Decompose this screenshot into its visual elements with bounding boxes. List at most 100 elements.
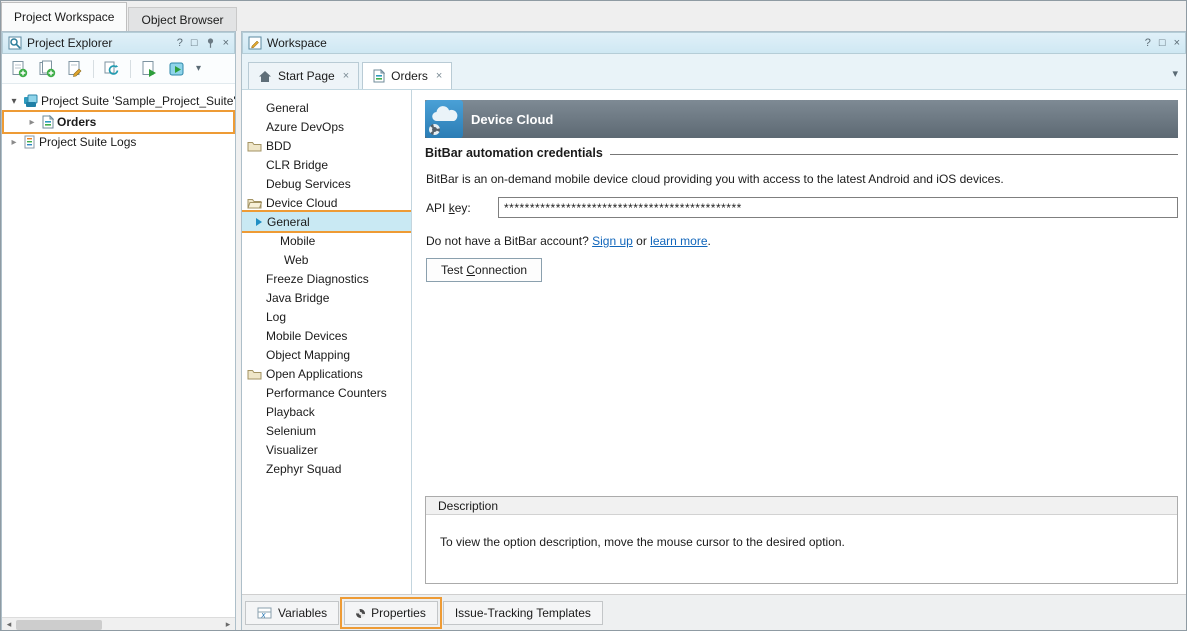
refresh-project-icon[interactable] — [101, 58, 123, 80]
bitbar-intro-text: BitBar is an on-demand mobile device clo… — [426, 172, 1178, 186]
tree-item-project-suite-label: Project Suite 'Sample_Project_Suite' (1 … — [41, 94, 235, 108]
orders-project-icon — [41, 115, 54, 129]
option-item-general[interactable]: General — [242, 98, 411, 117]
tree-item-orders[interactable]: ▸ Orders — [4, 112, 233, 132]
close-button[interactable]: × — [1174, 38, 1180, 49]
learn-more-link[interactable]: learn more — [650, 234, 707, 248]
option-item-object-mapping[interactable]: Object Mapping — [242, 345, 411, 364]
project-explorer-header: Project Explorer ? □ × — [2, 32, 235, 54]
option-label: Freeze Diagnostics — [266, 272, 369, 286]
tab-list-dropdown-icon[interactable]: ▾ — [1172, 67, 1178, 80]
maximize-button[interactable]: □ — [1159, 38, 1166, 49]
scroll-left-icon[interactable]: ◂ — [2, 618, 16, 631]
help-button[interactable]: ? — [1145, 38, 1151, 49]
tab-issue-tracking-label: Issue-Tracking Templates — [455, 606, 591, 620]
option-item-log[interactable]: Log — [242, 307, 411, 326]
option-item-playback[interactable]: Playback — [242, 402, 411, 421]
option-item-debug-services[interactable]: Debug Services — [242, 174, 411, 193]
test-button-accel: C — [466, 263, 475, 277]
option-label: Object Mapping — [266, 348, 350, 362]
add-new-project-item-icon[interactable] — [36, 58, 58, 80]
add-new-item-icon[interactable] — [8, 58, 30, 80]
api-key-input[interactable] — [498, 197, 1178, 218]
testcomplete-window: Project Workspace Object Browser Project… — [0, 0, 1187, 631]
device-cloud-settings: Device Cloud BitBar automation credentia… — [412, 90, 1186, 594]
option-item-freeze-diagnostics[interactable]: Freeze Diagnostics — [242, 269, 411, 288]
option-item-selenium[interactable]: Selenium — [242, 421, 411, 440]
heading-rule — [610, 154, 1178, 155]
tab-properties[interactable]: Properties — [344, 601, 438, 625]
test-connection-button[interactable]: Test Connection — [426, 258, 542, 282]
option-label: Mobile — [280, 234, 315, 248]
add-existing-item-icon[interactable] — [64, 58, 86, 80]
option-label: General — [267, 215, 310, 229]
option-label: Mobile Devices — [266, 329, 347, 343]
api-key-label: API key: — [426, 201, 498, 215]
selected-arrow-icon — [255, 217, 263, 227]
tab-issue-tracking-templates[interactable]: Issue-Tracking Templates — [443, 601, 603, 625]
option-item-performance-counters[interactable]: Performance Counters — [242, 383, 411, 402]
collapsed-icon[interactable]: ▸ — [26, 117, 38, 128]
project-explorer-title: Project Explorer — [27, 36, 112, 50]
option-item-visualizer[interactable]: Visualizer — [242, 440, 411, 459]
workspace-title: Workspace — [267, 36, 327, 50]
tree-item-project-suite-logs[interactable]: ▸ Project Suite Logs — [2, 132, 235, 152]
option-label: Open Applications — [266, 367, 363, 381]
scrollbar-thumb[interactable] — [16, 620, 102, 630]
project-explorer-icon — [8, 36, 22, 50]
tab-start-page-label: Start Page — [278, 69, 335, 83]
toolbar-separator — [130, 60, 131, 78]
project-explorer-toolbar: ▾ — [2, 54, 235, 84]
option-item-device-cloud[interactable]: Device Cloud — [242, 193, 411, 212]
pin-icon[interactable] — [206, 38, 215, 49]
help-button[interactable]: ? — [177, 38, 183, 49]
option-label: CLR Bridge — [266, 158, 328, 172]
run-project-suite-icon[interactable] — [166, 58, 188, 80]
description-panel-body: To view the option description, move the… — [426, 515, 1177, 549]
option-label: Device Cloud — [266, 196, 337, 210]
expanded-icon[interactable]: ▾ — [8, 96, 20, 107]
tab-orders[interactable]: Orders × — [362, 62, 452, 89]
logs-icon — [23, 135, 36, 149]
option-item-bdd[interactable]: BDD — [242, 136, 411, 155]
option-item-zephyr-squad[interactable]: Zephyr Squad — [242, 459, 411, 478]
tab-variables[interactable]: x Variables — [245, 601, 339, 625]
tab-variables-label: Variables — [278, 606, 327, 620]
tab-start-page[interactable]: Start Page × — [248, 62, 359, 89]
tab-object-browser-label: Object Browser — [141, 13, 223, 27]
tree-item-project-suite-logs-label: Project Suite Logs — [39, 135, 136, 149]
folder-closed-icon — [247, 368, 262, 380]
option-item-device-cloud-general[interactable]: General — [242, 212, 411, 231]
tab-project-workspace[interactable]: Project Workspace — [1, 2, 127, 31]
workspace-panel: Workspace ? □ × Start Page × Orders × — [241, 31, 1187, 631]
option-item-mobile[interactable]: Mobile — [242, 231, 411, 250]
description-panel-title: Description — [438, 499, 498, 513]
option-label: Visualizer — [266, 443, 318, 457]
tab-properties-label: Properties — [371, 606, 426, 620]
maximize-button[interactable]: □ — [191, 38, 198, 49]
scroll-right-icon[interactable]: ▸ — [221, 618, 235, 631]
option-item-clr-bridge[interactable]: CLR Bridge — [242, 155, 411, 174]
sign-up-link[interactable]: Sign up — [592, 234, 633, 248]
run-project-icon[interactable] — [138, 58, 160, 80]
tree-item-orders-label: Orders — [57, 115, 96, 129]
option-item-java-bridge[interactable]: Java Bridge — [242, 288, 411, 307]
option-item-web[interactable]: Web — [242, 250, 411, 269]
option-item-mobile-devices[interactable]: Mobile Devices — [242, 326, 411, 345]
option-item-open-applications[interactable]: Open Applications — [242, 364, 411, 383]
bitbar-section-heading: BitBar automation credentials — [425, 146, 1178, 160]
tab-object-browser[interactable]: Object Browser — [128, 7, 236, 31]
close-button[interactable]: × — [223, 38, 229, 49]
project-explorer-panel: Project Explorer ? □ × — [1, 31, 236, 631]
properties-gear-icon — [356, 609, 365, 618]
tree-item-project-suite[interactable]: ▾ Project Suite 'Sample_Project_Suite' (… — [2, 91, 235, 111]
tab-close-icon[interactable]: × — [343, 70, 349, 82]
tab-close-icon[interactable]: × — [436, 70, 442, 82]
collapsed-icon[interactable]: ▸ — [8, 137, 20, 148]
toolbar-dropdown-icon[interactable]: ▾ — [196, 63, 201, 74]
tab-project-workspace-label: Project Workspace — [14, 10, 114, 24]
horizontal-scrollbar[interactable]: ◂ ▸ — [2, 617, 235, 631]
bottom-tabbar: x Variables Properties Issue-Tracking Te… — [242, 594, 1186, 631]
option-item-azure-devops[interactable]: Azure DevOps — [242, 117, 411, 136]
workspace-icon — [248, 36, 262, 50]
